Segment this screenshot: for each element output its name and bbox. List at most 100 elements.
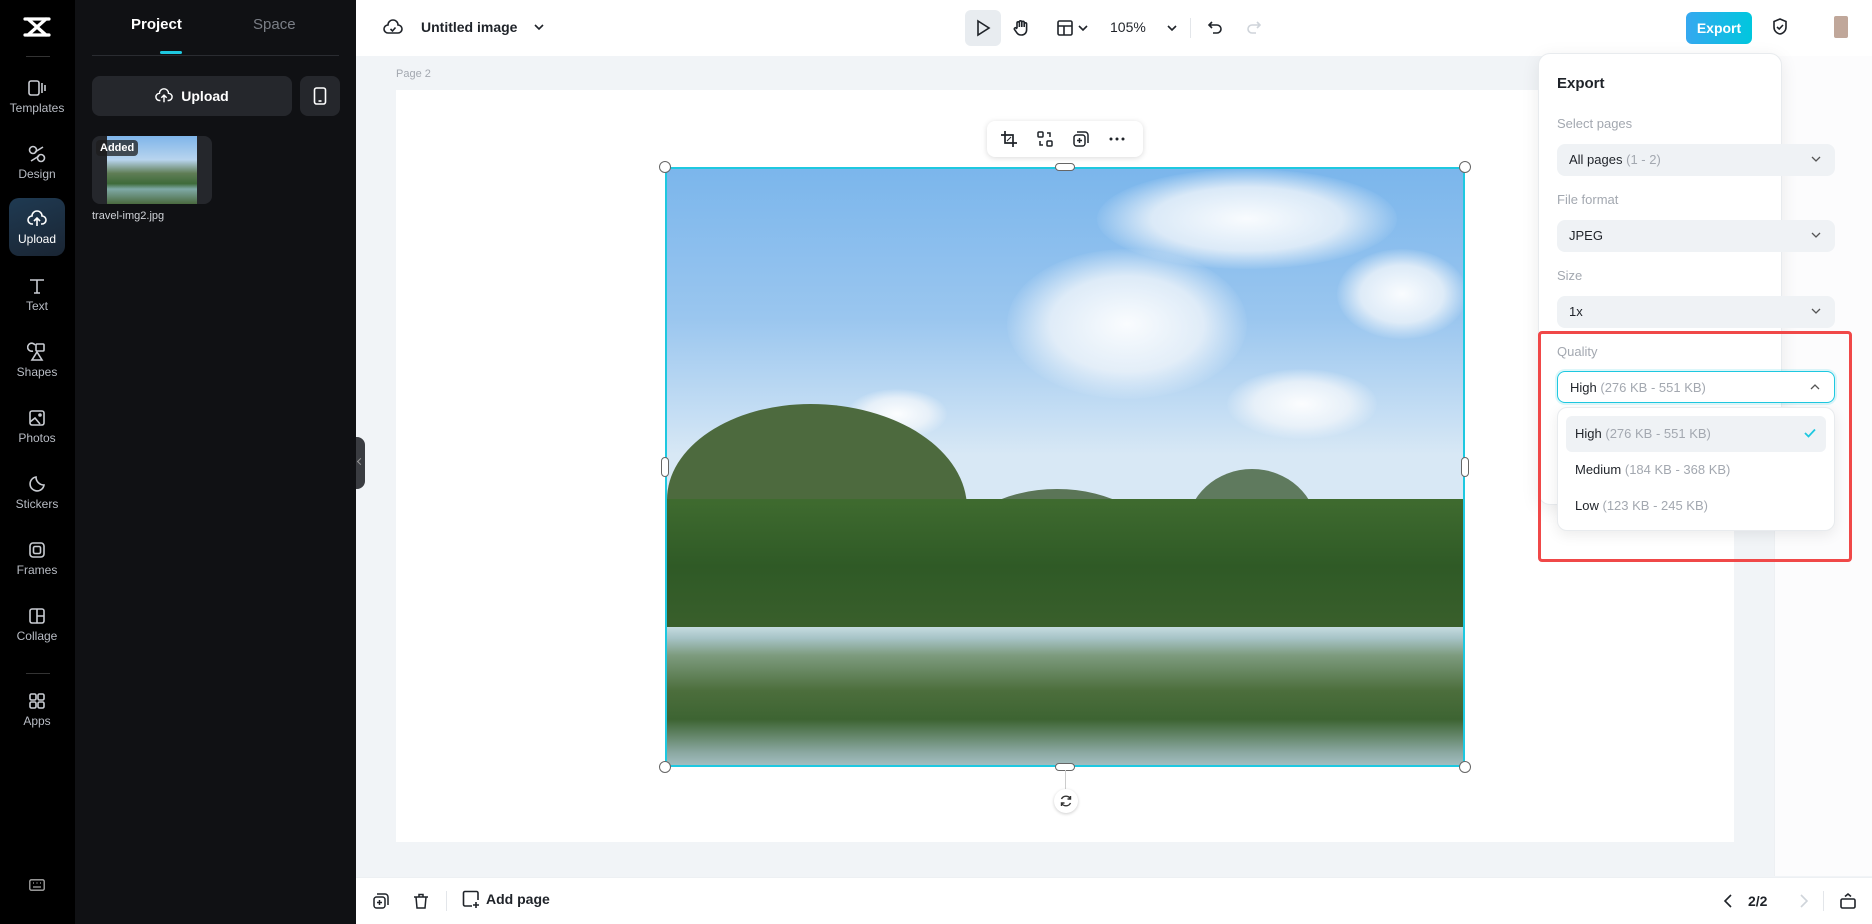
chevron-down-icon xyxy=(1077,25,1088,32)
quality-option-high[interactable]: High (276 KB - 551 KB) xyxy=(1566,416,1826,452)
rail-item-templates[interactable]: Templates xyxy=(9,68,65,124)
tab-space[interactable]: Space xyxy=(253,16,296,33)
design-icon xyxy=(28,145,46,162)
upload-cloud-icon xyxy=(27,209,47,226)
capcut-logo-icon[interactable] xyxy=(22,16,52,38)
duplicate-icon[interactable] xyxy=(1072,130,1090,148)
redo-icon xyxy=(1247,21,1262,34)
size-dropdown[interactable]: 1x xyxy=(1557,296,1835,328)
upload-button-label: Upload xyxy=(181,88,229,104)
cloud-saved-icon[interactable] xyxy=(383,18,403,36)
selected-image[interactable] xyxy=(665,167,1465,767)
rail-item-label: Photos xyxy=(18,430,56,445)
add-page-icon xyxy=(462,890,479,908)
file-format-dropdown[interactable]: JPEG xyxy=(1557,220,1835,252)
resize-handle-top-right[interactable] xyxy=(1459,161,1471,173)
resize-handle-top[interactable] xyxy=(1055,163,1075,171)
prev-page-icon[interactable] xyxy=(1720,892,1738,910)
asset-thumbnail[interactable]: Added xyxy=(92,136,212,204)
chevron-up-icon xyxy=(1810,384,1820,390)
file-format-value: JPEG xyxy=(1569,228,1603,243)
replace-icon[interactable] xyxy=(1036,130,1054,148)
select-tool-button[interactable] xyxy=(965,10,1001,46)
quality-hint: (276 KB - 551 KB) xyxy=(1600,380,1706,395)
more-options-icon[interactable] xyxy=(1108,130,1126,148)
rail-item-stickers[interactable]: Stickers xyxy=(9,464,65,520)
add-page-button[interactable]: Add page xyxy=(462,890,550,908)
duplicate-page-icon[interactable] xyxy=(372,892,390,910)
upload-button[interactable]: Upload xyxy=(92,76,292,116)
hand-icon xyxy=(1013,20,1028,36)
rotate-icon xyxy=(1060,795,1072,807)
quality-option-low[interactable]: Low (123 KB - 245 KB) xyxy=(1566,488,1826,524)
rail-item-text[interactable]: Text xyxy=(9,266,65,322)
undo-icon xyxy=(1207,21,1222,34)
layout-dropdown-button[interactable] xyxy=(1052,10,1092,46)
templates-icon xyxy=(28,79,46,96)
rail-item-photos[interactable]: Photos xyxy=(9,398,65,454)
chevron-down-icon[interactable] xyxy=(533,22,545,32)
rotate-stem xyxy=(1065,770,1066,790)
option-label: Medium xyxy=(1575,462,1622,477)
resize-handle-bottom-left[interactable] xyxy=(659,761,671,773)
rail-divider xyxy=(26,56,50,57)
export-button[interactable]: Export xyxy=(1686,12,1752,44)
rail-item-label: Shapes xyxy=(16,364,58,379)
panel-tabs: Project Space xyxy=(92,0,339,56)
quality-label: Quality xyxy=(1557,344,1598,359)
rail-item-apps[interactable]: Apps xyxy=(9,681,65,737)
avatar[interactable] xyxy=(1834,16,1848,38)
resize-handle-bottom-right[interactable] xyxy=(1459,761,1471,773)
rail-item-label: Frames xyxy=(16,562,58,577)
keyboard-icon[interactable] xyxy=(29,879,45,891)
toolbar-divider xyxy=(1190,18,1191,38)
collapse-panel-handle[interactable] xyxy=(356,437,365,489)
undo-button[interactable] xyxy=(1201,10,1229,46)
collage-icon xyxy=(29,607,45,624)
resize-handle-left[interactable] xyxy=(661,457,669,477)
pages-panel-icon[interactable] xyxy=(1839,892,1857,910)
toolbar-divider xyxy=(446,891,447,911)
active-tab-indicator xyxy=(160,51,182,54)
quality-option-medium[interactable]: Medium (184 KB - 368 KB) xyxy=(1566,452,1826,488)
tab-project[interactable]: Project xyxy=(131,16,182,33)
next-page-icon[interactable] xyxy=(1794,892,1812,910)
assets-panel: Project Space Upload Added travel-img2.j… xyxy=(75,0,356,924)
rail-item-design[interactable]: Design xyxy=(9,134,65,190)
phone-icon xyxy=(313,87,327,105)
rail-item-collage[interactable]: Collage xyxy=(9,596,65,652)
phone-upload-button[interactable] xyxy=(300,76,340,116)
trash-icon[interactable] xyxy=(412,892,430,910)
layout-icon xyxy=(1056,20,1073,36)
asset-filename: travel-img2.jpg xyxy=(92,210,165,222)
zoom-dropdown-button[interactable] xyxy=(1160,10,1184,46)
zoom-level[interactable]: 105% xyxy=(1110,19,1146,35)
resize-handle-top-left[interactable] xyxy=(659,161,671,173)
rail-item-label: Templates xyxy=(9,100,65,115)
resize-handle-right[interactable] xyxy=(1461,457,1469,477)
shield-check-icon[interactable] xyxy=(1770,17,1790,37)
crop-icon[interactable] xyxy=(1000,130,1018,148)
top-toolbar: Untitled image 105% Export xyxy=(356,0,1872,56)
rail-item-label: Text xyxy=(25,298,48,313)
text-icon xyxy=(30,278,44,294)
added-badge: Added xyxy=(96,140,139,156)
export-panel-title: Export xyxy=(1557,75,1605,92)
hand-tool-button[interactable] xyxy=(1006,10,1036,46)
size-value: 1x xyxy=(1569,304,1583,319)
rotate-handle[interactable] xyxy=(1054,789,1078,813)
quality-dropdown[interactable]: High (276 KB - 551 KB) xyxy=(1557,371,1835,403)
image-cloud xyxy=(1337,249,1463,339)
redo-button[interactable] xyxy=(1240,10,1268,46)
rail-item-upload[interactable]: Upload xyxy=(9,198,65,256)
stickers-icon xyxy=(29,475,45,492)
image-cloud xyxy=(1097,169,1397,269)
rail-item-frames[interactable]: Frames xyxy=(9,530,65,586)
rail-item-label: Upload xyxy=(17,231,57,246)
rail-item-label: Collage xyxy=(16,628,58,643)
rail-item-shapes[interactable]: Shapes xyxy=(9,332,65,388)
toolbar-divider xyxy=(1823,891,1824,911)
shapes-icon xyxy=(27,341,45,361)
document-title[interactable]: Untitled image xyxy=(421,19,517,35)
select-pages-dropdown[interactable]: All pages (1 - 2) xyxy=(1557,144,1835,176)
